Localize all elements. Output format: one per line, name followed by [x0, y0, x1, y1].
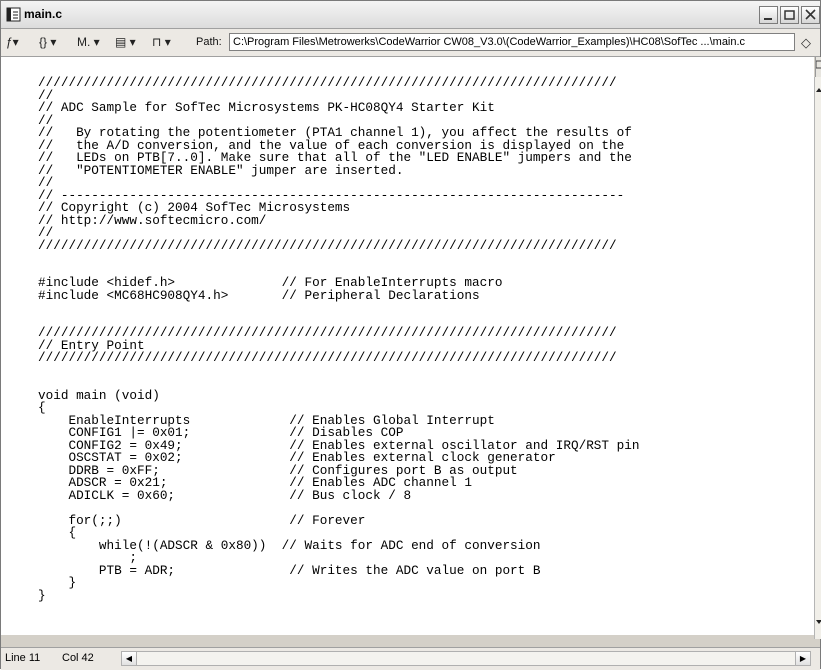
code-line: void main (void): [38, 387, 160, 403]
editor-toolbar: ƒ▾ {} ▾ M. ▾ ▤ ▾ ⊓ ▾ Path: C:\Program Fi…: [1, 29, 820, 57]
pane-splitter[interactable]: [815, 57, 821, 77]
scroll-left-arrow-icon[interactable]: ◀: [122, 652, 137, 665]
code-line: #include <MC68HC908QY4.h> // Peripheral …: [38, 287, 480, 303]
document-icon: ▤ ▾: [115, 35, 136, 49]
path-label: Path:: [196, 36, 222, 48]
marker-icon: M. ▾: [77, 35, 100, 49]
lock-menu-button[interactable]: ⊓ ▾: [152, 35, 171, 49]
maximize-icon: [784, 10, 795, 20]
code-editor[interactable]: ////////////////////////////////////////…: [1, 57, 814, 635]
minimize-button[interactable]: [759, 6, 778, 24]
document-app-icon: [6, 7, 21, 22]
code-line: // ADC Sample for SofTec Microsystems PK…: [38, 100, 495, 115]
code-line: PTB = ADR; // Writes the ADC value on po…: [38, 562, 541, 578]
split-icon: [815, 60, 821, 69]
scroll-up-arrow-icon: [816, 88, 821, 92]
function-icon: ƒ▾: [6, 35, 19, 49]
scroll-right-arrow-icon[interactable]: ▶: [795, 652, 810, 665]
status-bar: Line 11 Col 42 ◀ ▶: [1, 647, 820, 670]
maximize-button[interactable]: [780, 6, 799, 24]
code-line: // http://www.softecmicro.com/: [38, 212, 267, 228]
code-line: }: [38, 575, 77, 590]
braces-icon: {} ▾: [39, 35, 57, 49]
lock-icon: ⊓ ▾: [152, 35, 171, 49]
title-bar[interactable]: main.c: [1, 1, 820, 29]
editor-window: main.c ƒ▾ {} ▾ M. ▾ ▤ ▾ ⊓ ▾ Path: C:\Pro…: [0, 0, 821, 670]
code-line: ////////////////////////////////////////…: [38, 350, 617, 365]
close-button[interactable]: [801, 6, 820, 24]
diamond-icon[interactable]: ◇: [801, 35, 811, 51]
close-icon: [805, 9, 816, 20]
code-line: ADICLK = 0x60; // Bus clock / 8: [38, 487, 412, 503]
horizontal-scrollbar[interactable]: ◀ ▶: [121, 651, 811, 666]
document-menu-button[interactable]: ▤ ▾: [115, 35, 136, 49]
vertical-scrollbar[interactable]: [814, 77, 821, 639]
code-line: // "POTENTIOMETER ENABLE" jumper are ins…: [38, 162, 404, 178]
code-line: }: [38, 587, 46, 603]
code-line: ////////////////////////////////////////…: [38, 237, 617, 253]
scroll-down-arrow-icon: [816, 620, 821, 624]
code-text[interactable]: ////////////////////////////////////////…: [38, 75, 640, 603]
code-line: ////////////////////////////////////////…: [38, 75, 617, 90]
minimize-icon: [764, 18, 772, 20]
column-indicator: Col 42: [62, 652, 94, 664]
window-title: main.c: [24, 7, 63, 21]
line-indicator: Line 11: [5, 652, 41, 664]
marker-menu-button[interactable]: M. ▾: [77, 35, 100, 49]
braces-menu-button[interactable]: {} ▾: [39, 35, 56, 49]
function-menu-button[interactable]: ƒ▾: [6, 35, 19, 49]
path-field[interactable]: C:\Program Files\Metrowerks\CodeWarrior …: [229, 33, 795, 51]
code-line: for(;;) // Forever: [38, 512, 366, 528]
